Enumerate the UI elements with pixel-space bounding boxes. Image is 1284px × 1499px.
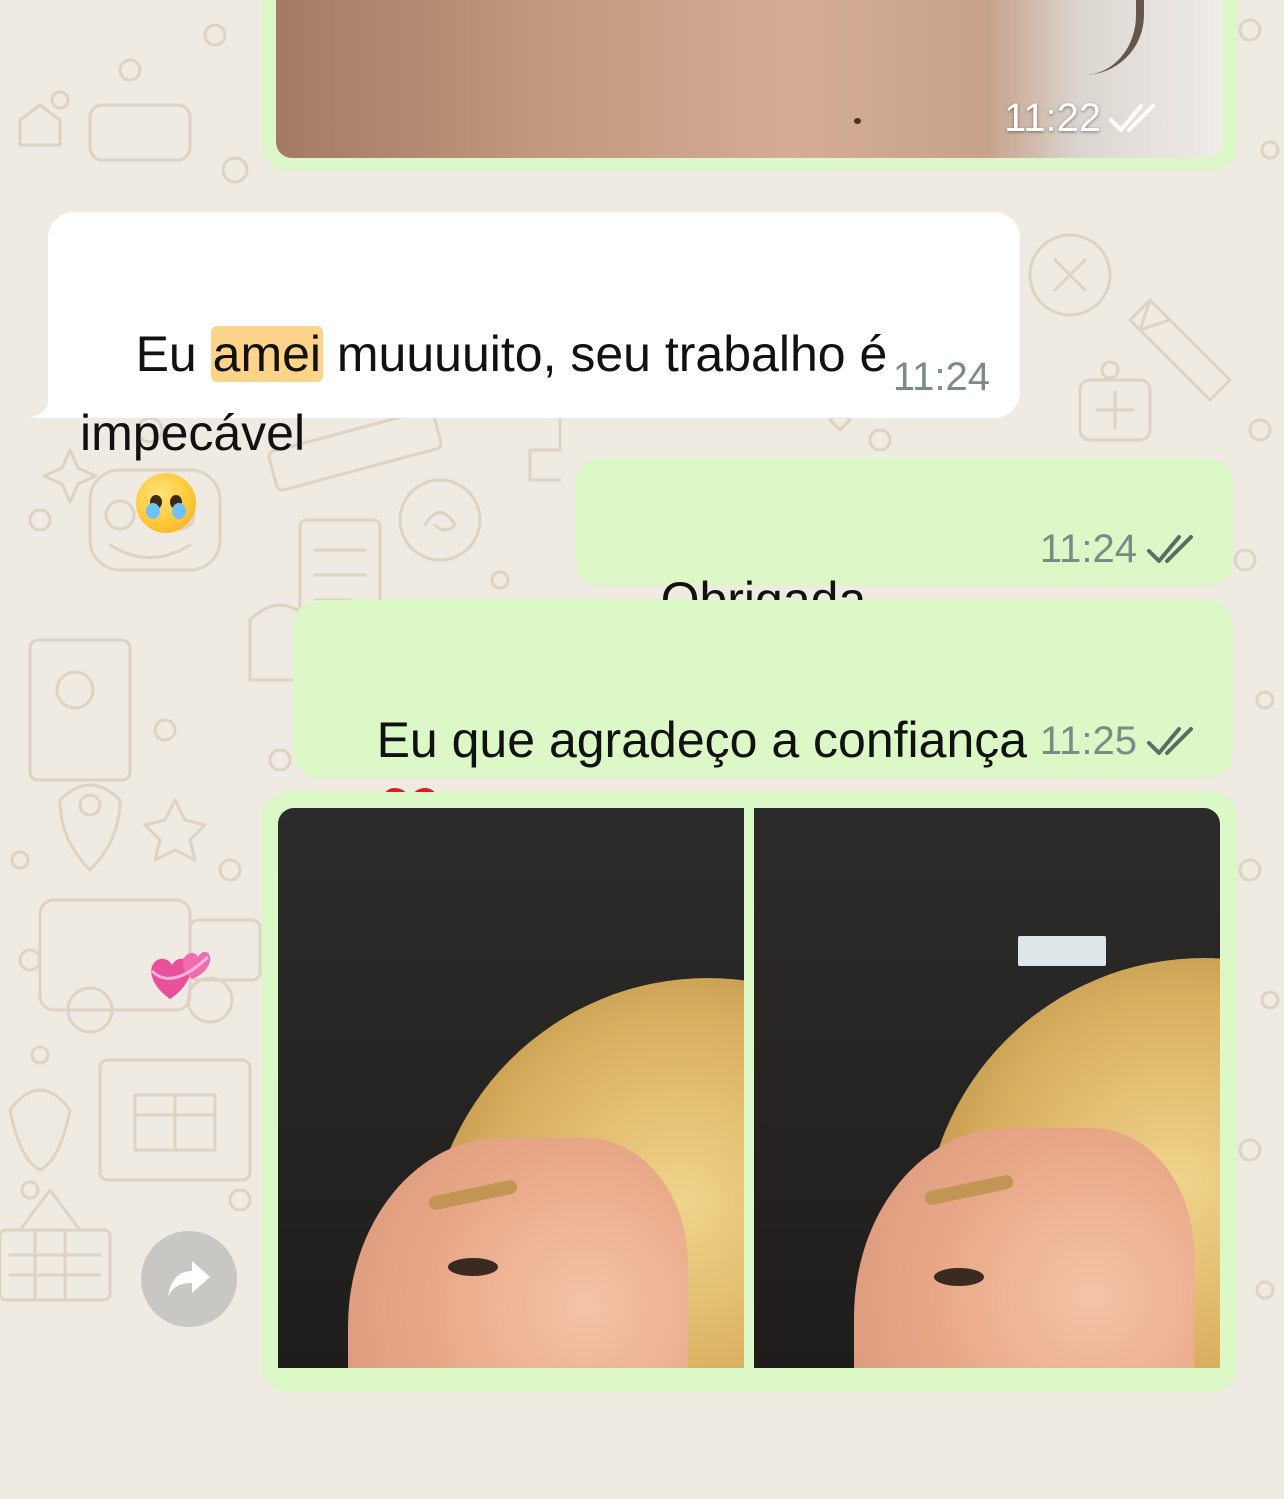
message-meta: 11:22: [1004, 96, 1165, 141]
message-meta: 11:24: [893, 355, 990, 400]
double-check-icon: [1147, 534, 1193, 563]
message-time: 11:22: [1004, 96, 1102, 140]
before-photo[interactable]: [278, 808, 744, 1368]
face-detail: [854, 1128, 1194, 1368]
double-check-icon: [1147, 726, 1193, 755]
outgoing-message-bubble[interactable]: Obrigada 11:24: [575, 458, 1233, 700]
eye-detail: [448, 1258, 498, 1276]
forward-arrow-icon: [168, 1261, 210, 1297]
incoming-message-bubble[interactable]: Eu amei muuuuito, seu trabalho é impecáv…: [48, 212, 1020, 999]
search-highlight: amei: [210, 326, 324, 382]
outgoing-message-bubble[interactable]: Eu que agradeço a confiança 11:25: [293, 600, 1233, 844]
message-time: 11:24: [1039, 527, 1137, 571]
eye-detail: [1066, 0, 1144, 75]
after-photo[interactable]: [754, 808, 1220, 1368]
eye-detail: [934, 1268, 984, 1286]
crying-pleading-face-icon: [135, 473, 196, 533]
message-meta: 11:25: [1040, 719, 1203, 764]
double-check-icon: [1109, 103, 1156, 132]
ceiling-light-detail: [1018, 936, 1106, 966]
message-meta: 11:24: [1040, 527, 1203, 572]
message-time: 11:25: [1039, 719, 1137, 763]
skin-detail: [854, 118, 861, 124]
two-hearts-icon: [150, 951, 210, 999]
face-detail: [348, 1138, 688, 1368]
message-time: 11:24: [892, 355, 990, 399]
bubble-tail-incoming: [30, 390, 70, 418]
forward-button[interactable]: [141, 1231, 237, 1327]
